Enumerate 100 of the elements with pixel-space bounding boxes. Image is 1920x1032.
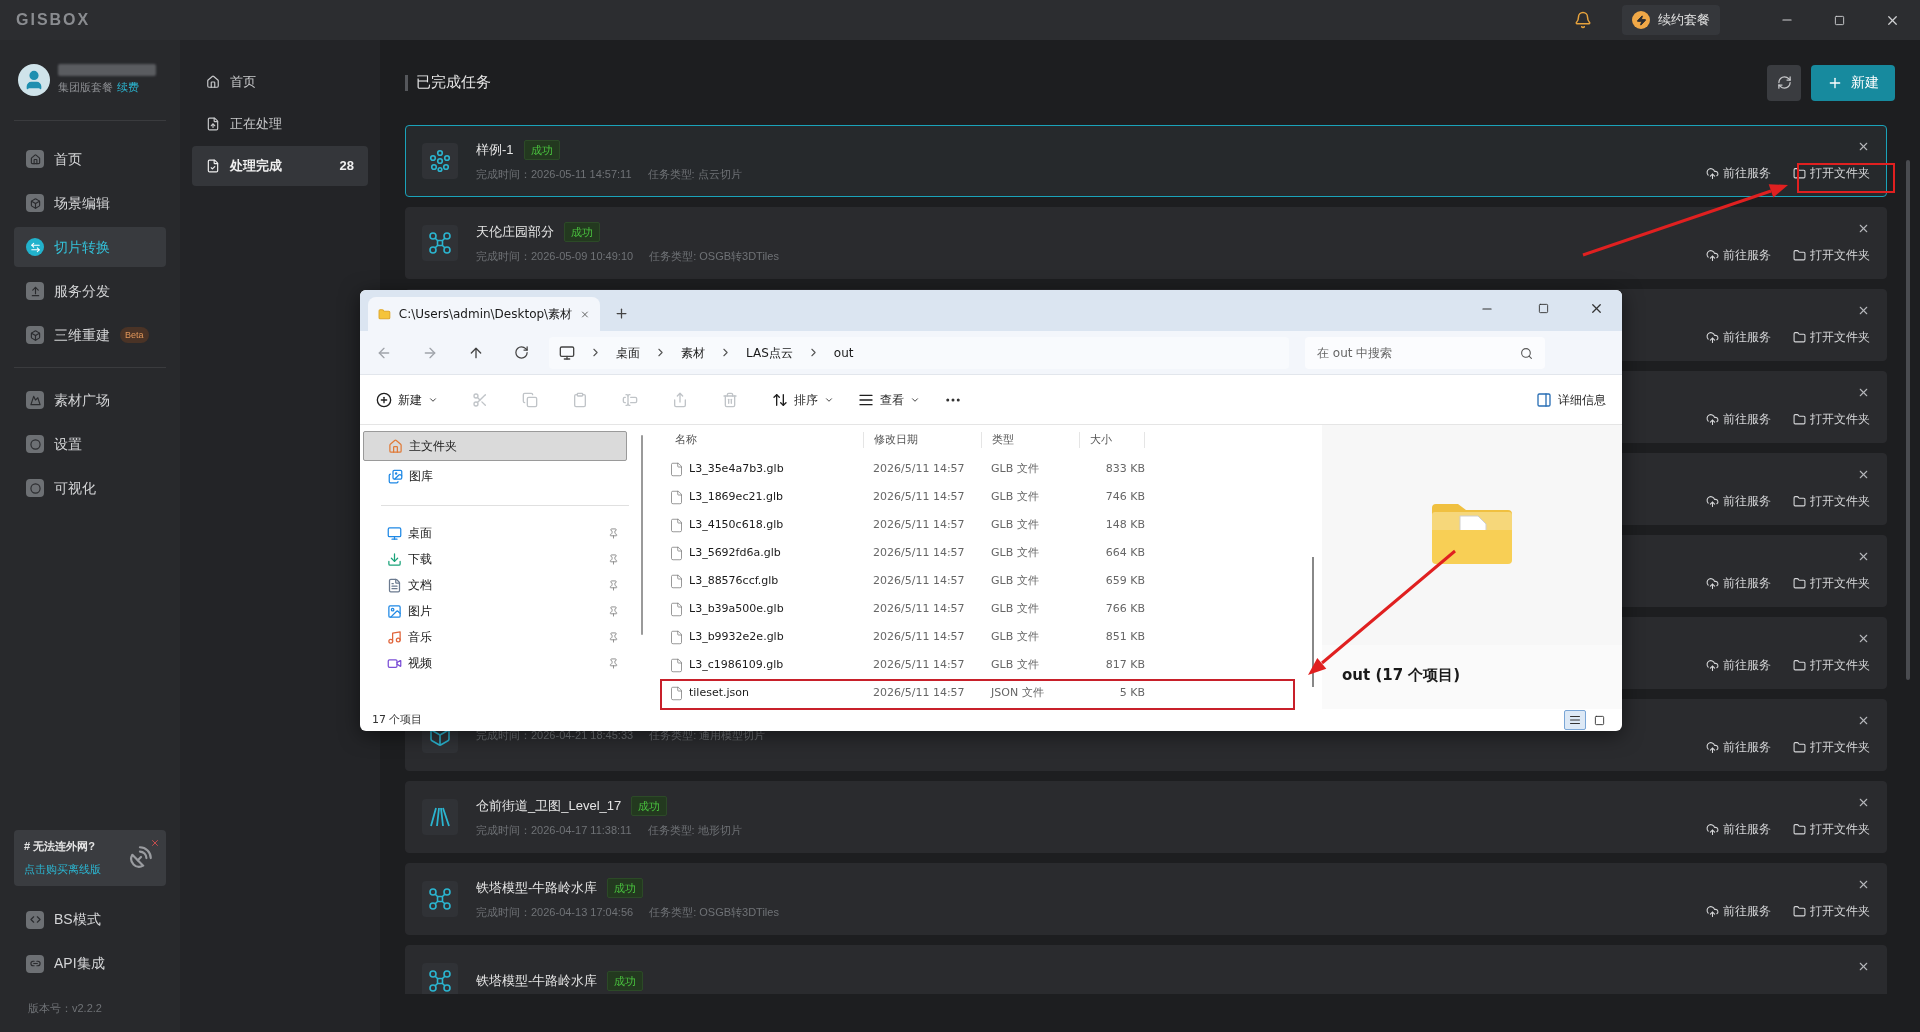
search-field[interactable]: 在 out 中搜索 [1305, 336, 1545, 369]
file-row[interactable]: L3_5692fd6a.glb 2026/5/11 14:57 GLB 文件 664 KB [655, 539, 1304, 567]
task-finish-time: 完成时间：2026-05-11 14:57:11 [476, 166, 632, 182]
nav-pane-item[interactable]: 文档 [387, 576, 608, 594]
close-icon[interactable] [1857, 878, 1870, 891]
close-icon[interactable] [1857, 222, 1870, 235]
close-icon[interactable] [1589, 301, 1604, 316]
go-to-service-button[interactable]: 前往服务 [1706, 410, 1771, 428]
breadcrumb[interactable]: out [833, 343, 854, 362]
open-folder-button[interactable]: 打开文件夹 [1793, 164, 1870, 182]
new-button[interactable]: 新建 [376, 390, 438, 409]
nav-pane-item[interactable]: 视频 [387, 654, 608, 672]
close-icon[interactable] [1857, 304, 1870, 317]
file-row[interactable]: L3_4150c618.glb 2026/5/11 14:57 GLB 文件 148 KB [655, 511, 1304, 539]
offline-promo-card[interactable]: # 无法连外网? 点击购买离线版 [14, 829, 166, 886]
nav-pane-item[interactable]: 主文件夹 [363, 431, 627, 461]
file-row[interactable]: L3_1869ec21.glb 2026/5/11 14:57 GLB 文件 746 KB [655, 483, 1304, 511]
notification-icon[interactable] [1574, 11, 1592, 29]
sidebar-item[interactable]: API集成 [14, 943, 166, 984]
submenu-item[interactable]: 首页 [192, 62, 368, 102]
go-to-service-button[interactable]: 前往服务 [1706, 902, 1771, 920]
go-to-service-button[interactable]: 前往服务 [1706, 656, 1771, 674]
sidebar-item[interactable]: 设置 [14, 424, 166, 464]
close-icon[interactable] [1857, 714, 1870, 727]
file-row[interactable]: L3_c1986109.glb 2026/5/11 14:57 GLB 文件 817 KB [655, 651, 1304, 679]
close-icon[interactable] [1857, 796, 1870, 809]
maximize-icon[interactable] [1538, 303, 1549, 314]
menu-icon [26, 326, 44, 344]
open-folder-button[interactable]: 打开文件夹 [1793, 820, 1870, 838]
go-to-service-button[interactable]: 前往服务 [1706, 820, 1771, 838]
open-folder-button[interactable]: 打开文件夹 [1793, 902, 1870, 920]
go-to-service-button[interactable]: 前往服务 [1706, 328, 1771, 346]
task-card[interactable]: 仓前街道_卫图_Level_17 成功 完成时间：2026-04-17 11:38:11 任务类型: 地形切片 前往服务 打开文件夹 [405, 781, 1887, 853]
details-view-button[interactable] [1564, 710, 1586, 730]
promo-link[interactable]: 点击购买离线版 [24, 860, 101, 877]
file-row[interactable]: L3_b9932e2e.glb 2026/5/11 14:57 GLB 文件 851 KB [655, 623, 1304, 651]
go-to-service-button[interactable]: 前往服务 [1706, 492, 1771, 510]
breadcrumb[interactable]: LAS点云 [746, 343, 793, 362]
close-icon[interactable] [1857, 632, 1870, 645]
file-date: 2026/5/11 14:57 [872, 488, 966, 505]
renew-plan-button[interactable]: 续约套餐 [1622, 5, 1720, 35]
task-card[interactable]: 铁塔模型-牛路岭水库 成功 [405, 945, 1887, 994]
refresh-button[interactable] [1767, 64, 1801, 101]
open-folder-button[interactable]: 打开文件夹 [1793, 574, 1870, 592]
file-row[interactable]: L3_b39a500e.glb 2026/5/11 14:57 GLB 文件 766 KB [655, 595, 1304, 623]
open-folder-button[interactable]: 打开文件夹 [1793, 738, 1870, 756]
go-to-service-button[interactable]: 前往服务 [1706, 246, 1771, 264]
column-header[interactable]: 大小 [1079, 431, 1145, 449]
file-row[interactable]: L3_88576ccf.glb 2026/5/11 14:57 GLB 文件 659 KB [655, 567, 1304, 595]
sidebar-item[interactable]: 可视化 [14, 468, 166, 508]
close-icon[interactable] [1857, 468, 1870, 481]
close-icon[interactable] [1857, 386, 1870, 399]
close-icon[interactable] [1857, 960, 1870, 973]
sidebar-item[interactable]: BS模式 [14, 899, 166, 940]
user-avatar[interactable] [18, 64, 50, 96]
open-folder-button[interactable]: 打开文件夹 [1793, 328, 1870, 346]
sidebar-item[interactable]: 素材广场 [14, 380, 166, 420]
sidebar-item[interactable]: 场景编辑 [14, 183, 166, 223]
submenu-item[interactable]: 处理完成 28 [192, 146, 368, 186]
nav-pane-item[interactable]: 图片 [387, 602, 608, 620]
task-card[interactable]: 铁塔模型-牛路岭水库 成功 完成时间：2026-04-13 17:04:56 任务类型: OSGB转3DTiles 前往服务 打开文件夹 [405, 863, 1887, 935]
open-folder-button[interactable]: 打开文件夹 [1793, 246, 1870, 264]
go-to-service-button[interactable]: 前往服务 [1706, 738, 1771, 756]
nav-pane-item[interactable]: 音乐 [387, 628, 608, 646]
new-task-button[interactable]: 新建 [1811, 64, 1895, 101]
sidebar-item[interactable]: 首页 [14, 139, 166, 179]
sidebar-item[interactable]: 三维重建 Beta [14, 315, 166, 355]
renew-link[interactable]: 续费 [117, 79, 139, 96]
column-header[interactable]: 修改日期 [863, 431, 981, 449]
sort-button[interactable]: 排序 [772, 390, 834, 409]
sidebar-item[interactable]: 切片转换 [14, 227, 166, 267]
new-tab-icon[interactable] [614, 306, 629, 321]
go-to-service-button[interactable]: 前往服务 [1706, 574, 1771, 592]
file-row[interactable]: L3_35e4a7b3.glb 2026/5/11 14:57 GLB 文件 833 KB [655, 455, 1304, 483]
explorer-tab[interactable]: C:\Users\admin\Desktop\素材 [368, 297, 600, 331]
menu-icon [26, 479, 44, 497]
sidebar-item[interactable]: 服务分发 [14, 271, 166, 311]
close-icon[interactable] [1857, 550, 1870, 563]
column-header[interactable]: 名称 [655, 431, 863, 449]
column-header[interactable]: 类型 [981, 431, 1079, 449]
open-folder-button[interactable]: 打开文件夹 [1793, 410, 1870, 428]
nav-pane-item[interactable]: 图库 [363, 461, 627, 491]
address-bar[interactable]: 桌面 素材 LAS点云 out [549, 336, 1289, 369]
task-card[interactable]: 天伦庄园部分 成功 完成时间：2026-05-09 10:49:10 任务类型: OSGB转3DTiles 前往服务 打开文件夹 [405, 207, 1887, 279]
refresh-icon[interactable] [514, 345, 529, 360]
close-icon[interactable] [1857, 140, 1870, 153]
breadcrumb[interactable]: 桌面 [616, 343, 640, 362]
view-button[interactable]: 查看 [858, 390, 920, 409]
details-pane-button[interactable]: 详细信息 [1536, 390, 1606, 409]
nav-pane-item[interactable]: 桌面 [387, 524, 608, 542]
nav-pane-item[interactable]: 下载 [387, 550, 608, 568]
open-folder-button[interactable]: 打开文件夹 [1793, 656, 1870, 674]
pin-icon [608, 657, 619, 669]
submenu-item[interactable]: 正在处理 [192, 104, 368, 144]
open-folder-button[interactable]: 打开文件夹 [1793, 492, 1870, 510]
pin-icon [608, 527, 619, 539]
go-to-service-button[interactable]: 前往服务 [1706, 164, 1771, 182]
breadcrumb[interactable]: 素材 [681, 343, 705, 362]
task-card[interactable]: 样例-1 成功 完成时间：2026-05-11 14:57:11 任务类型: 点云切片 前往服务 打开文件夹 [405, 125, 1887, 197]
file-size: 851 KB [1104, 628, 1145, 645]
